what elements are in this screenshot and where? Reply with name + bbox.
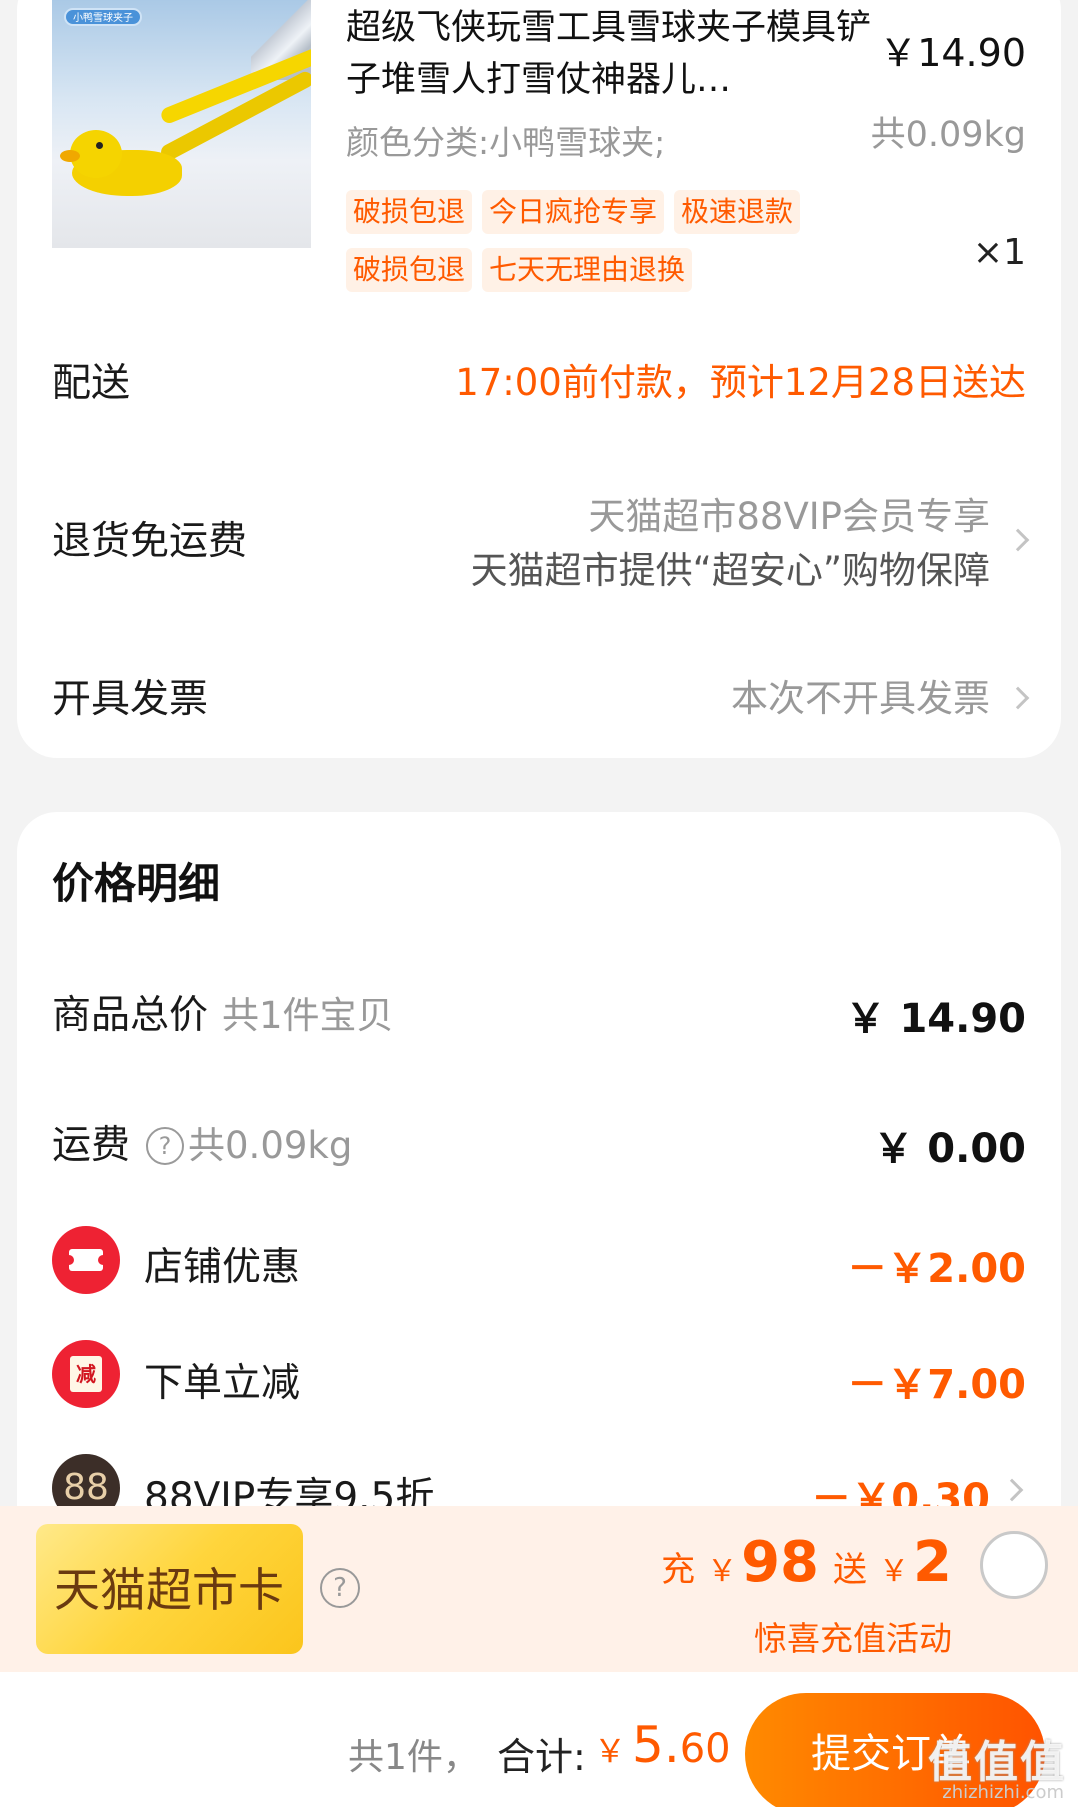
currency-symbol: ￥	[594, 1732, 627, 1770]
coupon-icon	[52, 1226, 120, 1294]
total-amount: ￥ 5.60	[594, 1716, 731, 1774]
invoice-value: 本次不开具发票	[731, 677, 990, 720]
chevron-right-icon	[1006, 686, 1030, 710]
service-tag: 七天无理由退换	[482, 248, 693, 292]
instant-discount-value: －￥7.00	[847, 1362, 1026, 1408]
discount-icon: 减	[52, 1340, 120, 1408]
recharge-select-radio[interactable]	[980, 1531, 1048, 1599]
total-label: 合计:	[497, 1735, 586, 1779]
goods-total-text: 商品总价	[52, 993, 209, 1038]
delivery-label: 配送	[52, 361, 131, 406]
service-tag: 破损包退	[346, 248, 473, 292]
duck-eye	[96, 142, 103, 149]
recharge-subtitle: 惊喜充值活动	[754, 1619, 952, 1658]
return-shipping-row[interactable]: 退货免运费 天猫超市88VIP会员专享 天猫超市提供“超安心”购物保障	[52, 486, 1030, 596]
return-shipping-label: 退货免运费	[52, 519, 248, 564]
product-spec: 颜色分类:小鸭雪球夹;	[346, 123, 666, 162]
goods-total-value: ￥ 14.90	[845, 996, 1026, 1042]
goods-total-sub: 共1件宝贝	[222, 994, 394, 1037]
chevron-right-icon	[1006, 528, 1030, 552]
shipping-weight: 共0.09kg	[188, 1124, 353, 1167]
ticket-icon	[64, 1249, 108, 1271]
product-image[interactable]: 小鸭雪球夹子	[52, 0, 311, 248]
product-image-tag: 小鸭雪球夹子	[64, 8, 142, 26]
shipping-fee-text: 运费	[52, 1123, 131, 1168]
delivery-row: 配送 17:00前付款，预计12月28日送达	[52, 352, 1026, 412]
recharge-offer: 充 ￥98 送 ￥2	[661, 1530, 952, 1595]
shipping-fee-value: ￥ 0.00	[873, 1126, 1026, 1172]
gift-word: 送	[833, 1550, 868, 1590]
tmall-card-name: 天猫超市卡	[54, 1563, 284, 1617]
jian-icon: 减	[70, 1356, 102, 1392]
invoice-row[interactable]: 开具发票 本次不开具发票	[52, 668, 1030, 728]
charge-amount: 98	[741, 1530, 820, 1595]
product-quantity: ×1	[972, 232, 1026, 273]
gift-amount: 2	[913, 1530, 952, 1595]
charge-word: 充	[661, 1550, 696, 1590]
return-shipping-line2: 天猫超市提供“超安心”购物保障	[470, 549, 990, 592]
instant-discount-label: 下单立减	[144, 1361, 301, 1406]
goods-total-label: 商品总价 共1件宝贝	[52, 984, 394, 1040]
item-count: 共1件，	[348, 1737, 479, 1778]
duck-beak	[60, 150, 80, 162]
invoice-label: 开具发票	[52, 677, 209, 722]
service-tag: 今日疯抢专享	[482, 190, 665, 234]
currency-symbol: ￥	[707, 1554, 738, 1589]
service-tag: 破损包退	[346, 190, 473, 234]
price-detail-title: 价格明细	[52, 859, 221, 908]
total-integer: 5.	[632, 1716, 680, 1774]
service-tags: 破损包退 今日疯抢专享 极速退款 破损包退 七天无理由退换	[346, 190, 866, 306]
return-shipping-line1: 天猫超市88VIP会员专享	[588, 495, 990, 538]
product-title[interactable]: 超级飞侠玩雪工具雪球夹子模具铲子堆雪人打雪仗神器儿…	[346, 2, 871, 106]
shipping-fee-label: 运费? 共0.09kg	[52, 1114, 352, 1170]
help-icon[interactable]: ?	[320, 1568, 360, 1608]
shop-discount-value: －￥2.00	[847, 1246, 1026, 1292]
delivery-value: 17:00前付款，预计12月28日送达	[455, 361, 1026, 404]
watermark-url: zhizhizhi.com	[942, 1782, 1064, 1803]
watermark-logo: 值值值	[928, 1737, 1066, 1788]
total-decimal: 60	[679, 1726, 731, 1772]
service-tag: 极速退款	[674, 190, 801, 234]
shop-discount-label: 店铺优惠	[144, 1245, 301, 1290]
product-weight: 共0.09kg	[870, 115, 1026, 155]
tmall-card-image[interactable]: 天猫超市卡	[36, 1524, 303, 1654]
help-icon[interactable]: ?	[146, 1127, 185, 1165]
currency-symbol: ￥	[879, 1554, 910, 1589]
product-price: ￥14.90	[879, 31, 1026, 75]
